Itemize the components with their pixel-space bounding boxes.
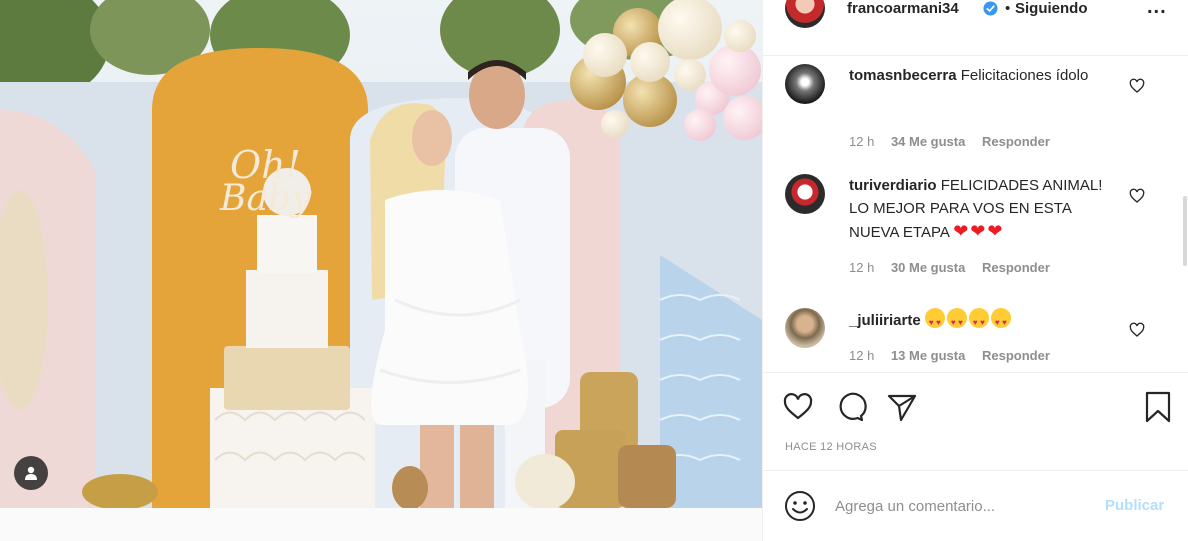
author-username[interactable]: francoarmani34 (847, 0, 959, 18)
author-avatar[interactable] (785, 0, 825, 28)
save-bookmark-icon[interactable] (1141, 390, 1175, 424)
like-heart-icon[interactable] (781, 390, 815, 424)
emoji-icon[interactable] (783, 489, 817, 523)
following-button[interactable]: Siguiendo (1015, 0, 1088, 18)
user-tag-icon (25, 466, 37, 480)
post-side-panel: francoarmani34 • Siguiendo ... tomasnbec… (762, 0, 1188, 541)
star-struck-emoji-row (924, 308, 1013, 334)
comment-text: Felicitaciones ídolo (960, 67, 1089, 84)
comment-body: _juliiriarte (849, 308, 1119, 334)
comment-likes[interactable]: 30 Me gusta (891, 260, 965, 275)
verified-badge-icon (983, 1, 998, 16)
more-options-button[interactable]: ... (1147, 0, 1167, 19)
baby-shower-photo: Oh! Baby (0, 0, 762, 508)
post-header: francoarmani34 • Siguiendo ... (763, 0, 1188, 56)
comments-list: tomasnbecerra Felicitaciones ídolo 12 h … (763, 56, 1188, 372)
comment-like-icon[interactable] (1129, 78, 1145, 94)
comment-reply-button[interactable]: Responder (982, 134, 1050, 149)
comment-body: tomasnbecerra Felicitaciones ídolo (849, 64, 1119, 87)
comment-meta: 12 h 34 Me gusta Responder (849, 134, 1063, 149)
comment-age: 12 h (849, 134, 875, 149)
comment-meta: 12 h 30 Me gusta Responder (849, 260, 1063, 275)
comment-username[interactable]: tomasnbecerra (849, 67, 957, 84)
comment-reply-button[interactable]: Responder (982, 260, 1050, 275)
commenter-avatar[interactable] (785, 64, 825, 104)
star-struck-emoji (968, 308, 989, 334)
user-tag-button[interactable] (14, 456, 48, 490)
hearts-emoji: ❤❤❤ (953, 221, 1005, 241)
photo-bottom-strip (0, 508, 762, 541)
comment-age: 12 h (849, 348, 875, 363)
publish-button[interactable]: Publicar (1105, 497, 1164, 514)
comment-likes[interactable]: 13 Me gusta (891, 348, 965, 363)
share-icon[interactable] (885, 390, 919, 424)
comment-likes[interactable]: 34 Me gusta (891, 134, 965, 149)
comments-scrollbar[interactable] (1183, 196, 1187, 266)
comment-icon[interactable] (833, 390, 867, 424)
star-struck-emoji (990, 308, 1011, 334)
comment-age: 12 h (849, 260, 875, 275)
commenter-avatar[interactable] (785, 174, 825, 214)
comment-username[interactable]: _juliiriarte (849, 312, 921, 329)
comment-like-icon[interactable] (1129, 188, 1145, 204)
post-timestamp[interactable]: HACE 12 HORAS (785, 441, 877, 453)
header-separator: • (1005, 0, 1011, 17)
comment-username[interactable]: turiverdiario (849, 177, 937, 194)
svg-text:Baby: Baby (219, 178, 312, 219)
comment-body: turiverdiario FELICIDADES ANIMAL! LO MEJ… (849, 174, 1124, 244)
comment-like-icon[interactable] (1129, 322, 1145, 338)
post-photo[interactable]: Oh! Baby (0, 0, 762, 508)
comment-reply-button[interactable]: Responder (982, 348, 1050, 363)
star-struck-emoji (946, 308, 967, 334)
comment-meta: 12 h 13 Me gusta Responder (849, 348, 1063, 363)
star-struck-emoji (924, 308, 945, 334)
post-actions: HACE 12 HORAS (763, 372, 1188, 470)
add-comment-bar: Publicar (763, 470, 1188, 541)
commenter-avatar[interactable] (785, 308, 825, 348)
comment-input[interactable] (835, 491, 1085, 521)
